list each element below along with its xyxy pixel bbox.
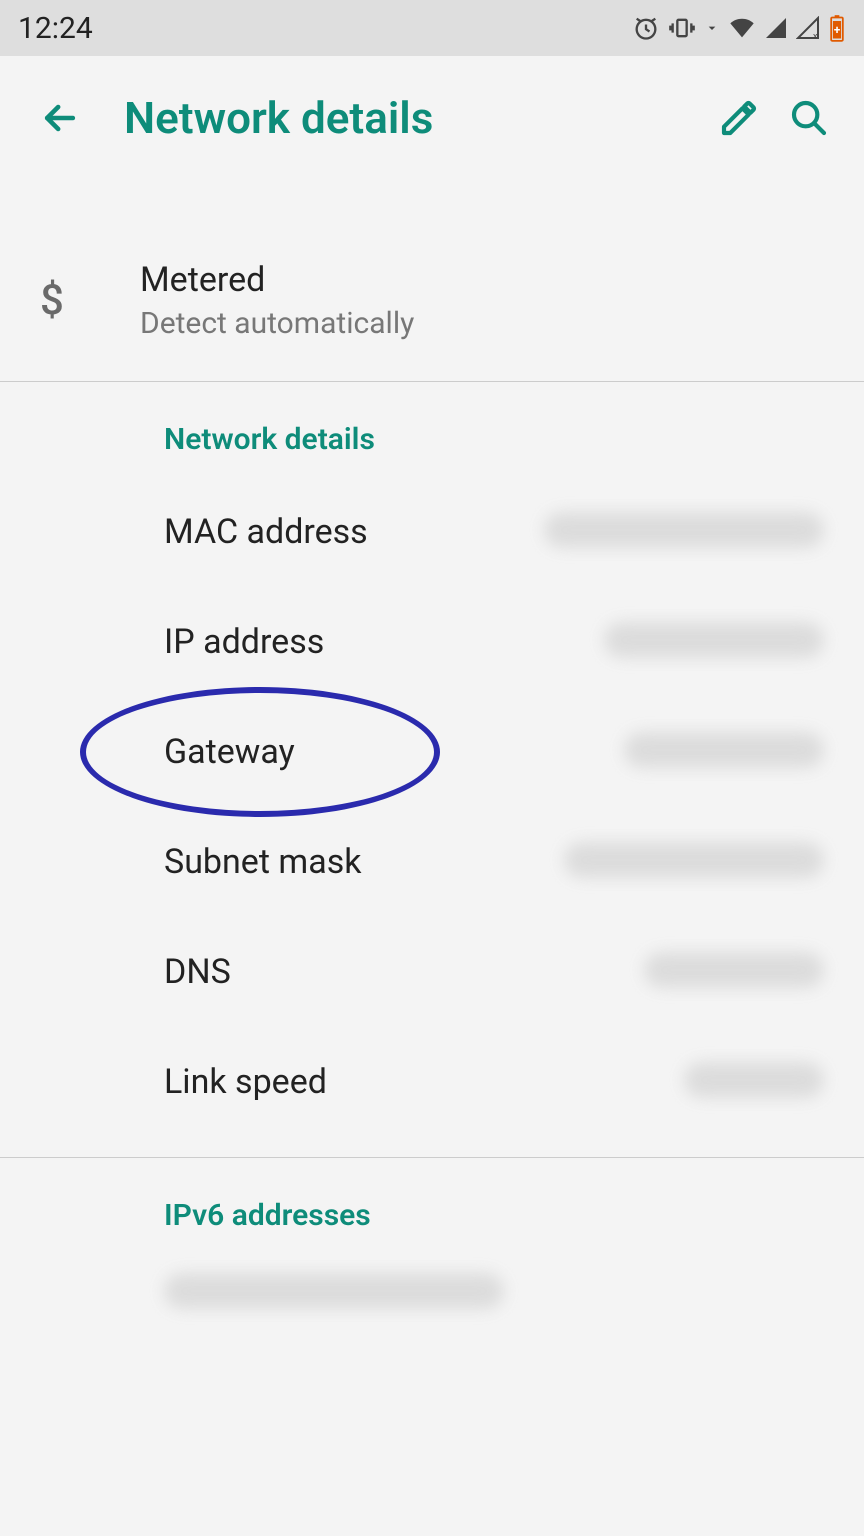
content: $ Metered Detect automatically Network d… xyxy=(0,180,864,1333)
edit-button[interactable] xyxy=(704,98,774,138)
gateway-value-redacted xyxy=(624,732,824,768)
metered-row[interactable]: $ Metered Detect automatically xyxy=(0,240,864,361)
dollar-icon: $ xyxy=(40,276,64,325)
metered-label: Metered xyxy=(140,260,834,300)
ipv6-address-value-redacted xyxy=(164,1273,504,1309)
dropdown-icon xyxy=(704,20,720,36)
link-speed-row: Link speed xyxy=(0,1027,864,1137)
battery-icon: + xyxy=(828,14,846,42)
status-time: 12:24 xyxy=(18,11,93,46)
svg-text:x: x xyxy=(813,32,818,40)
back-button[interactable] xyxy=(20,96,100,140)
signal-icon xyxy=(764,16,788,40)
dns-row: DNS xyxy=(0,917,864,1027)
status-icons: x + xyxy=(632,14,846,42)
pencil-icon xyxy=(719,98,759,138)
svg-text:+: + xyxy=(834,23,840,37)
subnet-mask-row: Subnet mask xyxy=(0,807,864,917)
gateway-label: Gateway xyxy=(164,732,504,772)
mac-address-label: MAC address xyxy=(164,512,504,552)
link-speed-value-redacted xyxy=(684,1062,824,1098)
dns-value-redacted xyxy=(644,952,824,988)
search-button[interactable] xyxy=(774,98,844,138)
section-network-details-header: Network details xyxy=(0,382,864,477)
vibrate-icon xyxy=(668,14,696,42)
section-ipv6-header: IPv6 addresses xyxy=(0,1158,864,1253)
page-title: Network details xyxy=(100,92,704,144)
alarm-icon xyxy=(632,14,660,42)
ip-address-row: IP address xyxy=(0,587,864,697)
metered-sublabel: Detect automatically xyxy=(140,306,834,341)
mac-address-value-redacted xyxy=(544,512,824,548)
status-bar: 12:24 x + xyxy=(0,0,864,56)
wifi-icon xyxy=(728,14,756,42)
arrow-back-icon xyxy=(38,96,82,140)
subnet-mask-label: Subnet mask xyxy=(164,842,504,882)
link-speed-label: Link speed xyxy=(164,1062,504,1102)
dns-label: DNS xyxy=(164,952,504,992)
ip-address-value-redacted xyxy=(604,622,824,658)
signal-no-data-icon: x xyxy=(796,16,820,40)
ipv6-address-row xyxy=(0,1253,864,1333)
subnet-mask-value-redacted xyxy=(564,842,824,878)
mac-address-row: MAC address xyxy=(0,477,864,587)
search-icon xyxy=(789,98,829,138)
app-bar: Network details xyxy=(0,56,864,180)
gateway-row: Gateway xyxy=(0,697,864,807)
ip-address-label: IP address xyxy=(164,622,504,662)
